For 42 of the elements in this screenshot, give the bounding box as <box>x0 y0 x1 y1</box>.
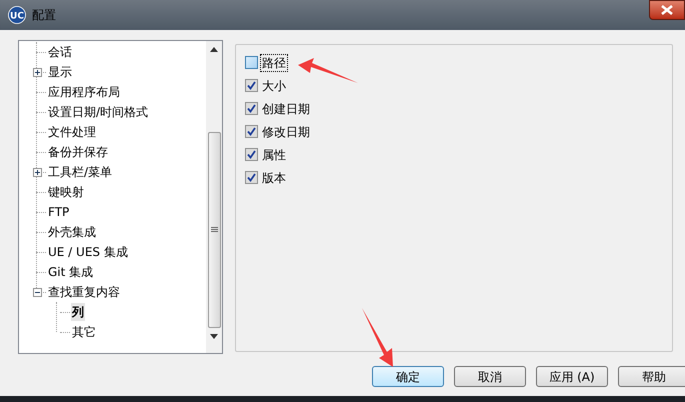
grip-icon <box>210 227 218 233</box>
checkbox-label: 创建日期 <box>261 100 311 116</box>
checkbox-label: 属性 <box>261 146 287 162</box>
tree-item[interactable]: 备份并保存 <box>47 143 109 161</box>
checkbox-label: 版本 <box>261 170 287 186</box>
checkbox[interactable] <box>245 56 258 69</box>
tree-item[interactable]: 外壳集成 <box>47 223 97 241</box>
expand-icon[interactable] <box>32 168 42 176</box>
expand-icon[interactable] <box>32 68 42 76</box>
checkbox-label: 路径 <box>261 54 287 70</box>
tree-item[interactable]: 设置日期/时间格式 <box>47 103 150 121</box>
checkbox[interactable] <box>245 171 258 184</box>
checkbox-label: 大小 <box>261 78 287 94</box>
tree-item[interactable]: Git 集成 <box>47 263 94 281</box>
tree-item[interactable]: 会话 <box>47 43 73 61</box>
tree-item[interactable]: 列 <box>71 303 85 321</box>
scroll-thumb[interactable] <box>208 132 220 328</box>
scroll-up-icon <box>210 47 218 52</box>
checkbox[interactable] <box>245 102 258 115</box>
tree-item[interactable]: 工具栏/菜单 <box>47 163 114 181</box>
dialog-button[interactable]: 帮助 <box>618 366 685 387</box>
tree-item[interactable]: 键映射 <box>47 183 85 201</box>
dialog-button[interactable]: 取消 <box>454 366 526 387</box>
collapse-icon[interactable] <box>32 288 42 296</box>
tree-item[interactable]: 文件处理 <box>47 123 97 141</box>
tree-item[interactable]: FTP <box>47 203 70 221</box>
checkbox-label: 修改日期 <box>261 124 311 140</box>
close-icon <box>661 5 673 15</box>
checkbox[interactable] <box>245 79 258 92</box>
dialog-button[interactable]: 应用 (A) <box>536 366 608 387</box>
tree-item[interactable]: 显示 <box>47 63 73 81</box>
checkbox[interactable] <box>245 148 258 161</box>
app-logo-icon: UC <box>8 6 26 24</box>
tree-item[interactable]: 查找重复内容 <box>47 283 121 301</box>
scroll-down-icon <box>210 334 218 339</box>
checkbox[interactable] <box>245 125 258 138</box>
tree-item[interactable]: UE / UES 集成 <box>47 243 129 261</box>
close-button[interactable] <box>649 0 685 20</box>
tree-item[interactable]: 应用程序布局 <box>47 83 121 101</box>
tree-item[interactable]: 其它 <box>71 323 97 341</box>
dialog-button[interactable]: 确定 <box>372 366 444 387</box>
window-title: 配置 <box>32 7 56 24</box>
